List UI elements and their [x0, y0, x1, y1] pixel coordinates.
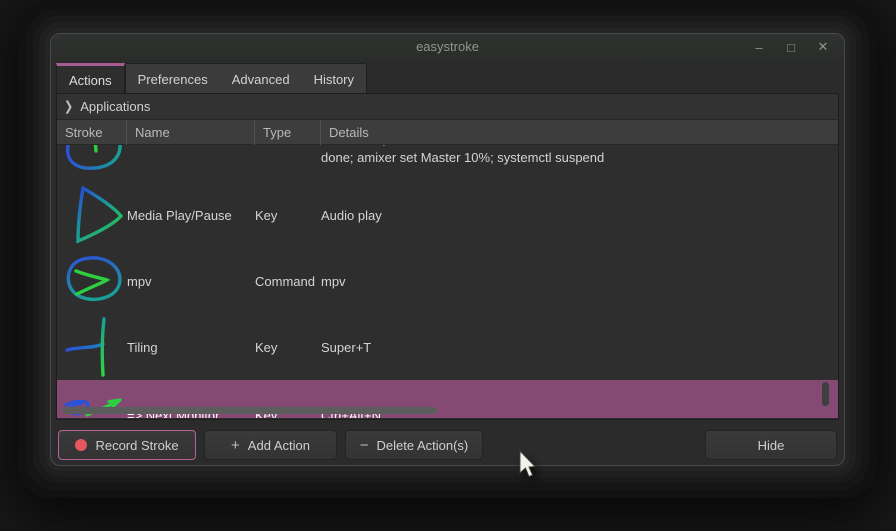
table-row[interactable]: Media Play/Pause Key Audio play — [57, 182, 838, 248]
chevron-right-icon: ❯ — [64, 99, 74, 115]
row-name: mpv — [127, 273, 152, 289]
tree-viewport: wmctrl -ie $window done; amixer set Mast… — [57, 145, 838, 418]
row-details: Super+T — [321, 339, 372, 355]
action-button-row: Record Stroke + Add Action − Delete Acti… — [56, 430, 839, 460]
row-type: Key — [255, 207, 278, 223]
circle-with-tick-stroke — [66, 145, 122, 170]
tab-advanced[interactable]: Advanced — [220, 64, 302, 94]
tab-actions[interactable]: Actions — [56, 63, 125, 94]
mouse-cursor-icon — [519, 450, 536, 478]
easystroke-window: easystroke – □ ✕ Actions Preferences Adv… — [50, 33, 845, 466]
plus-icon: + — [231, 436, 240, 454]
row-type: Command — [255, 273, 315, 289]
minus-icon: − — [359, 436, 369, 454]
ellipse-arrow-stroke — [66, 256, 122, 302]
window-title: easystroke — [416, 39, 479, 54]
maximize-icon[interactable]: □ — [782, 38, 800, 56]
column-header-stroke[interactable]: Stroke — [57, 119, 127, 145]
expander-label: Applications — [80, 99, 151, 114]
horizontal-scrollbar[interactable] — [62, 407, 437, 414]
applications-expander[interactable]: ❯ Applications — [57, 94, 838, 120]
tab-bar: Actions Preferences Advanced History — [56, 63, 368, 94]
play-triangle-stroke — [76, 186, 124, 244]
corner-line-stroke — [65, 317, 106, 377]
record-dot-icon — [75, 439, 88, 451]
column-header-name[interactable]: Name — [127, 119, 255, 145]
table-row[interactable]: Tiling Key Super+T — [57, 314, 838, 380]
titlebar[interactable]: easystroke – □ ✕ — [51, 34, 844, 61]
row-name: Media Play/Pause — [127, 207, 232, 223]
vertical-scrollbar[interactable] — [822, 382, 829, 406]
tree-header: Stroke Name Type Details — [57, 119, 838, 145]
row-details: Audio play — [321, 207, 382, 223]
row-name: Tiling — [127, 339, 158, 355]
tab-preferences[interactable]: Preferences — [126, 64, 220, 94]
table-row[interactable]: mpv Command mpv — [57, 248, 838, 314]
column-header-type[interactable]: Type — [255, 119, 321, 145]
hide-button[interactable]: Hide — [705, 430, 837, 460]
delete-action-button[interactable]: − Delete Action(s) — [345, 430, 483, 460]
row-details: wmctrl -ie $window done; amixer set Mast… — [321, 145, 605, 165]
add-action-button[interactable]: + Add Action — [204, 430, 337, 460]
record-stroke-button[interactable]: Record Stroke — [58, 430, 196, 460]
tab-history[interactable]: History — [302, 64, 366, 94]
minimize-icon[interactable]: – — [750, 38, 768, 56]
row-details: mpv — [321, 273, 346, 289]
close-icon[interactable]: ✕ — [814, 38, 832, 56]
row-type: Key — [255, 339, 278, 355]
actions-tree: ❯ Applications Stroke Name Type Details — [56, 93, 839, 420]
table-row[interactable]: wmctrl -ie $window done; amixer set Mast… — [57, 145, 838, 182]
column-header-details[interactable]: Details — [321, 120, 838, 145]
